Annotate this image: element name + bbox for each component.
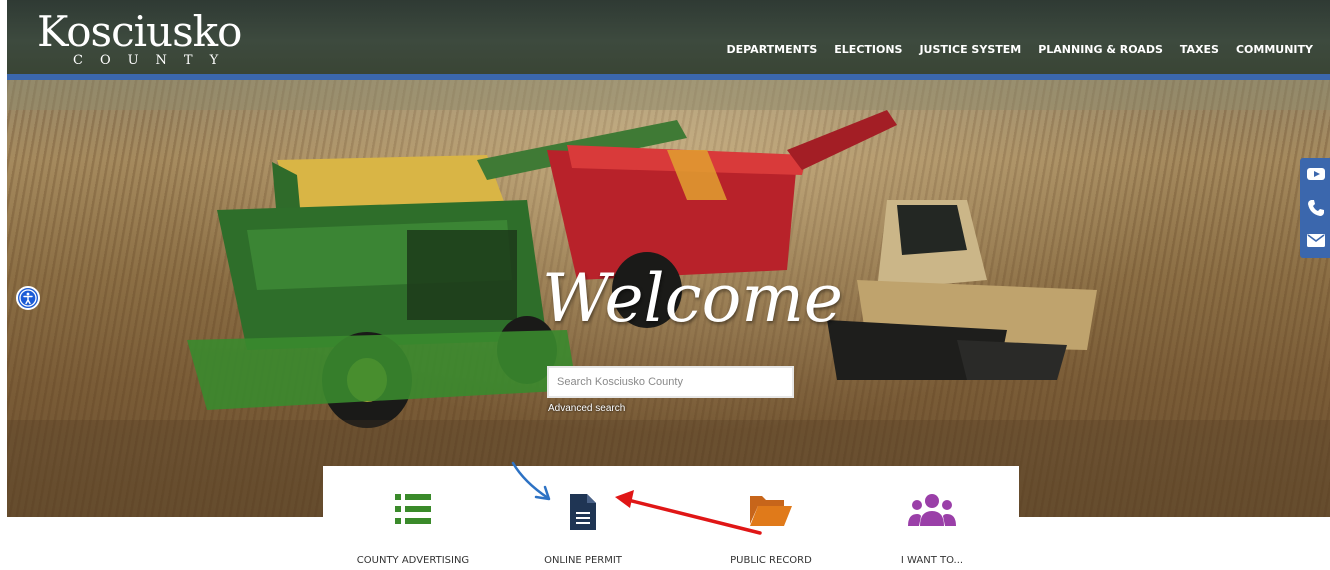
search-input[interactable] — [547, 366, 794, 398]
users-icon — [908, 494, 956, 526]
list-icon — [395, 494, 431, 524]
social-sidebar — [1300, 158, 1330, 258]
nav-community[interactable]: COMMUNITY — [1236, 43, 1313, 56]
logo-subtitle: COUNTY — [73, 53, 236, 68]
quick-link-label: COUNTY ADVERTISING — [356, 555, 470, 566]
nav-departments[interactable]: DEPARTMENTS — [726, 43, 817, 56]
hero-banner: Welcome Advanced search — [7, 80, 1330, 517]
folder-open-icon — [750, 496, 792, 526]
quick-links-panel: COUNTY ADVERTISING ONLINE PERMIT PUBLIC … — [323, 466, 1019, 570]
nav-elections[interactable]: ELECTIONS — [834, 43, 902, 56]
quick-link-label: PUBLIC RECORD — [730, 555, 812, 566]
nav-taxes[interactable]: TAXES — [1180, 43, 1219, 56]
welcome-heading: Welcome — [542, 260, 843, 337]
youtube-icon[interactable] — [1306, 164, 1326, 184]
quick-link-public-record[interactable]: PUBLIC RECORD — [691, 466, 851, 570]
quick-link-label: ONLINE PERMIT — [544, 555, 622, 566]
quick-link-online-permit[interactable]: ONLINE PERMIT — [503, 466, 663, 570]
logo-word: Kosciusko — [37, 7, 242, 56]
nav-planning-roads[interactable]: PLANNING & ROADS — [1038, 43, 1163, 56]
phone-icon[interactable] — [1306, 198, 1326, 218]
email-icon[interactable] — [1306, 230, 1326, 250]
main-nav: DEPARTMENTS ELECTIONS JUSTICE SYSTEM PLA… — [726, 43, 1313, 56]
document-icon — [570, 494, 596, 530]
advanced-search-link[interactable]: Advanced search — [548, 403, 625, 414]
accessibility-icon — [19, 289, 37, 307]
quick-link-county-advertising[interactable]: COUNTY ADVERTISING — [333, 466, 493, 570]
site-logo[interactable]: Kosciusko COUNTY — [37, 8, 242, 69]
accessibility-button[interactable] — [16, 286, 40, 310]
site-header: Kosciusko COUNTY DEPARTMENTS ELECTIONS J… — [7, 0, 1330, 74]
quick-link-label: I WANT TO... — [900, 555, 964, 566]
quick-link-i-want-to[interactable]: I WANT TO... — [852, 466, 1012, 570]
nav-justice-system[interactable]: JUSTICE SYSTEM — [919, 43, 1021, 56]
